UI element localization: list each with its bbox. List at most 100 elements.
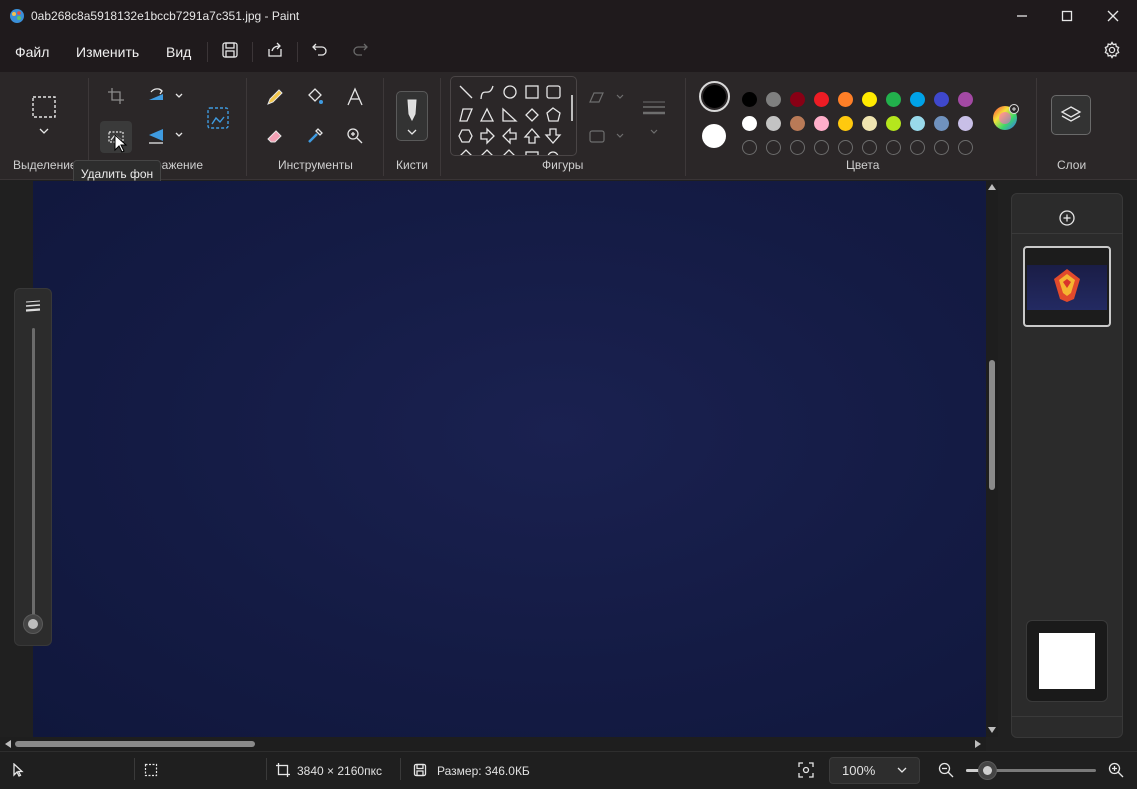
layers-button[interactable] bbox=[1051, 95, 1091, 135]
custom-color-slot[interactable] bbox=[958, 140, 973, 155]
color-swatch[interactable] bbox=[886, 92, 901, 107]
magnifier-button[interactable] bbox=[342, 123, 368, 149]
zoom-in-button[interactable] bbox=[1108, 762, 1124, 778]
text-icon bbox=[347, 87, 363, 106]
resize-button[interactable] bbox=[203, 103, 233, 133]
brushes-button[interactable] bbox=[396, 91, 428, 141]
file-size-icon bbox=[413, 763, 427, 777]
color-swatch[interactable] bbox=[790, 92, 805, 107]
arrow-left-shape[interactable] bbox=[502, 127, 517, 145]
custom-color-slot[interactable] bbox=[814, 140, 829, 155]
color-swatch[interactable] bbox=[934, 116, 949, 131]
color-swatch[interactable] bbox=[814, 92, 829, 107]
rectangle-shape[interactable] bbox=[525, 85, 539, 99]
custom-color-slot[interactable] bbox=[934, 140, 949, 155]
menu-file[interactable]: Файл bbox=[15, 44, 49, 60]
polygon-shape[interactable] bbox=[459, 108, 473, 122]
maximize-button[interactable] bbox=[1044, 0, 1090, 32]
ribbon-divider bbox=[246, 78, 247, 176]
scroll-left-icon[interactable] bbox=[5, 740, 11, 748]
scroll-up-icon[interactable] bbox=[988, 184, 996, 190]
brush-size-slider-track[interactable] bbox=[32, 328, 35, 618]
color-swatch[interactable] bbox=[958, 116, 973, 131]
primary-color[interactable] bbox=[699, 81, 730, 112]
text-button[interactable] bbox=[342, 84, 368, 110]
arrow-right-shape[interactable] bbox=[480, 127, 495, 145]
pencil-icon bbox=[267, 89, 283, 105]
color-swatch[interactable] bbox=[886, 116, 901, 131]
minimize-button[interactable] bbox=[999, 0, 1045, 32]
rotate-icon bbox=[149, 88, 183, 100]
custom-color-slot[interactable] bbox=[790, 140, 805, 155]
horizontal-scroll-thumb[interactable] bbox=[15, 741, 255, 747]
color-swatch[interactable] bbox=[910, 116, 925, 131]
close-button[interactable] bbox=[1090, 0, 1136, 32]
rounded-rectangle-shape[interactable] bbox=[546, 85, 561, 99]
line-shape[interactable] bbox=[459, 85, 473, 99]
group-label-brushes: Кисти bbox=[396, 158, 428, 172]
hexagon-shape[interactable] bbox=[458, 129, 473, 143]
fit-to-window-button[interactable] bbox=[798, 762, 814, 778]
edit-colors-button[interactable] bbox=[990, 103, 1020, 133]
custom-color-slot[interactable] bbox=[838, 140, 853, 155]
color-swatch[interactable] bbox=[862, 116, 877, 131]
save-button[interactable] bbox=[218, 38, 242, 62]
color-swatch[interactable] bbox=[766, 116, 781, 131]
paint-app-icon bbox=[9, 8, 25, 24]
color-swatch[interactable] bbox=[910, 92, 925, 107]
color-swatch[interactable] bbox=[790, 116, 805, 131]
color-picker-button[interactable] bbox=[302, 123, 328, 149]
pentagon-shape[interactable] bbox=[546, 107, 561, 122]
flip-button[interactable] bbox=[145, 123, 185, 147]
oval-shape[interactable] bbox=[503, 85, 517, 99]
fill-button[interactable] bbox=[302, 84, 328, 110]
settings-button[interactable] bbox=[1100, 38, 1124, 62]
add-layer-button[interactable] bbox=[1056, 207, 1078, 229]
color-swatch[interactable] bbox=[742, 92, 757, 107]
menu-edit[interactable]: Изменить bbox=[76, 44, 139, 60]
save-icon bbox=[222, 42, 238, 58]
color-swatch[interactable] bbox=[742, 116, 757, 131]
drawing-canvas[interactable] bbox=[33, 181, 987, 737]
arrow-up-shape[interactable] bbox=[523, 128, 541, 144]
selection-button[interactable] bbox=[28, 92, 60, 142]
pencil-button[interactable] bbox=[262, 84, 288, 110]
fit-to-window-icon bbox=[798, 762, 814, 778]
resize-image-icon bbox=[207, 107, 229, 129]
secondary-color[interactable] bbox=[702, 124, 726, 148]
diamond-shape[interactable] bbox=[525, 108, 539, 122]
curve-shape[interactable] bbox=[480, 85, 494, 100]
custom-color-slot[interactable] bbox=[886, 140, 901, 155]
window-title: 0ab268c8a5918132e1bccb7291a7c351.jpg - P… bbox=[31, 9, 300, 23]
color-swatch[interactable] bbox=[958, 92, 973, 107]
menu-divider bbox=[297, 42, 298, 62]
rotate-button[interactable] bbox=[145, 84, 185, 108]
undo-button[interactable] bbox=[308, 38, 332, 62]
color-swatch[interactable] bbox=[934, 92, 949, 107]
eraser-button[interactable] bbox=[262, 123, 288, 149]
scroll-right-icon[interactable] bbox=[975, 740, 981, 748]
zoom-out-button[interactable] bbox=[938, 762, 954, 778]
arrow-down-shape[interactable] bbox=[544, 128, 562, 144]
menu-view[interactable]: Вид bbox=[166, 44, 191, 60]
color-swatch[interactable] bbox=[766, 92, 781, 107]
shape-size-button bbox=[640, 96, 668, 140]
color-swatch[interactable] bbox=[838, 92, 853, 107]
scroll-down-icon[interactable] bbox=[988, 727, 996, 733]
chevron-down-icon bbox=[897, 766, 907, 774]
right-triangle-shape[interactable] bbox=[502, 107, 518, 122]
custom-color-slot[interactable] bbox=[766, 140, 781, 155]
custom-color-slot[interactable] bbox=[862, 140, 877, 155]
triangle-shape[interactable] bbox=[479, 107, 495, 122]
share-button[interactable] bbox=[263, 38, 287, 62]
color-swatch[interactable] bbox=[838, 116, 853, 131]
color-swatch[interactable] bbox=[862, 92, 877, 107]
crop-button[interactable] bbox=[104, 84, 128, 108]
color-wheel-icon bbox=[993, 104, 1019, 130]
custom-color-slot[interactable] bbox=[742, 140, 757, 155]
vertical-scroll-thumb[interactable] bbox=[989, 360, 995, 490]
custom-color-slot[interactable] bbox=[910, 140, 925, 155]
magnifier-icon bbox=[347, 128, 363, 144]
color-swatch[interactable] bbox=[814, 116, 829, 131]
redo-button[interactable] bbox=[348, 38, 372, 62]
